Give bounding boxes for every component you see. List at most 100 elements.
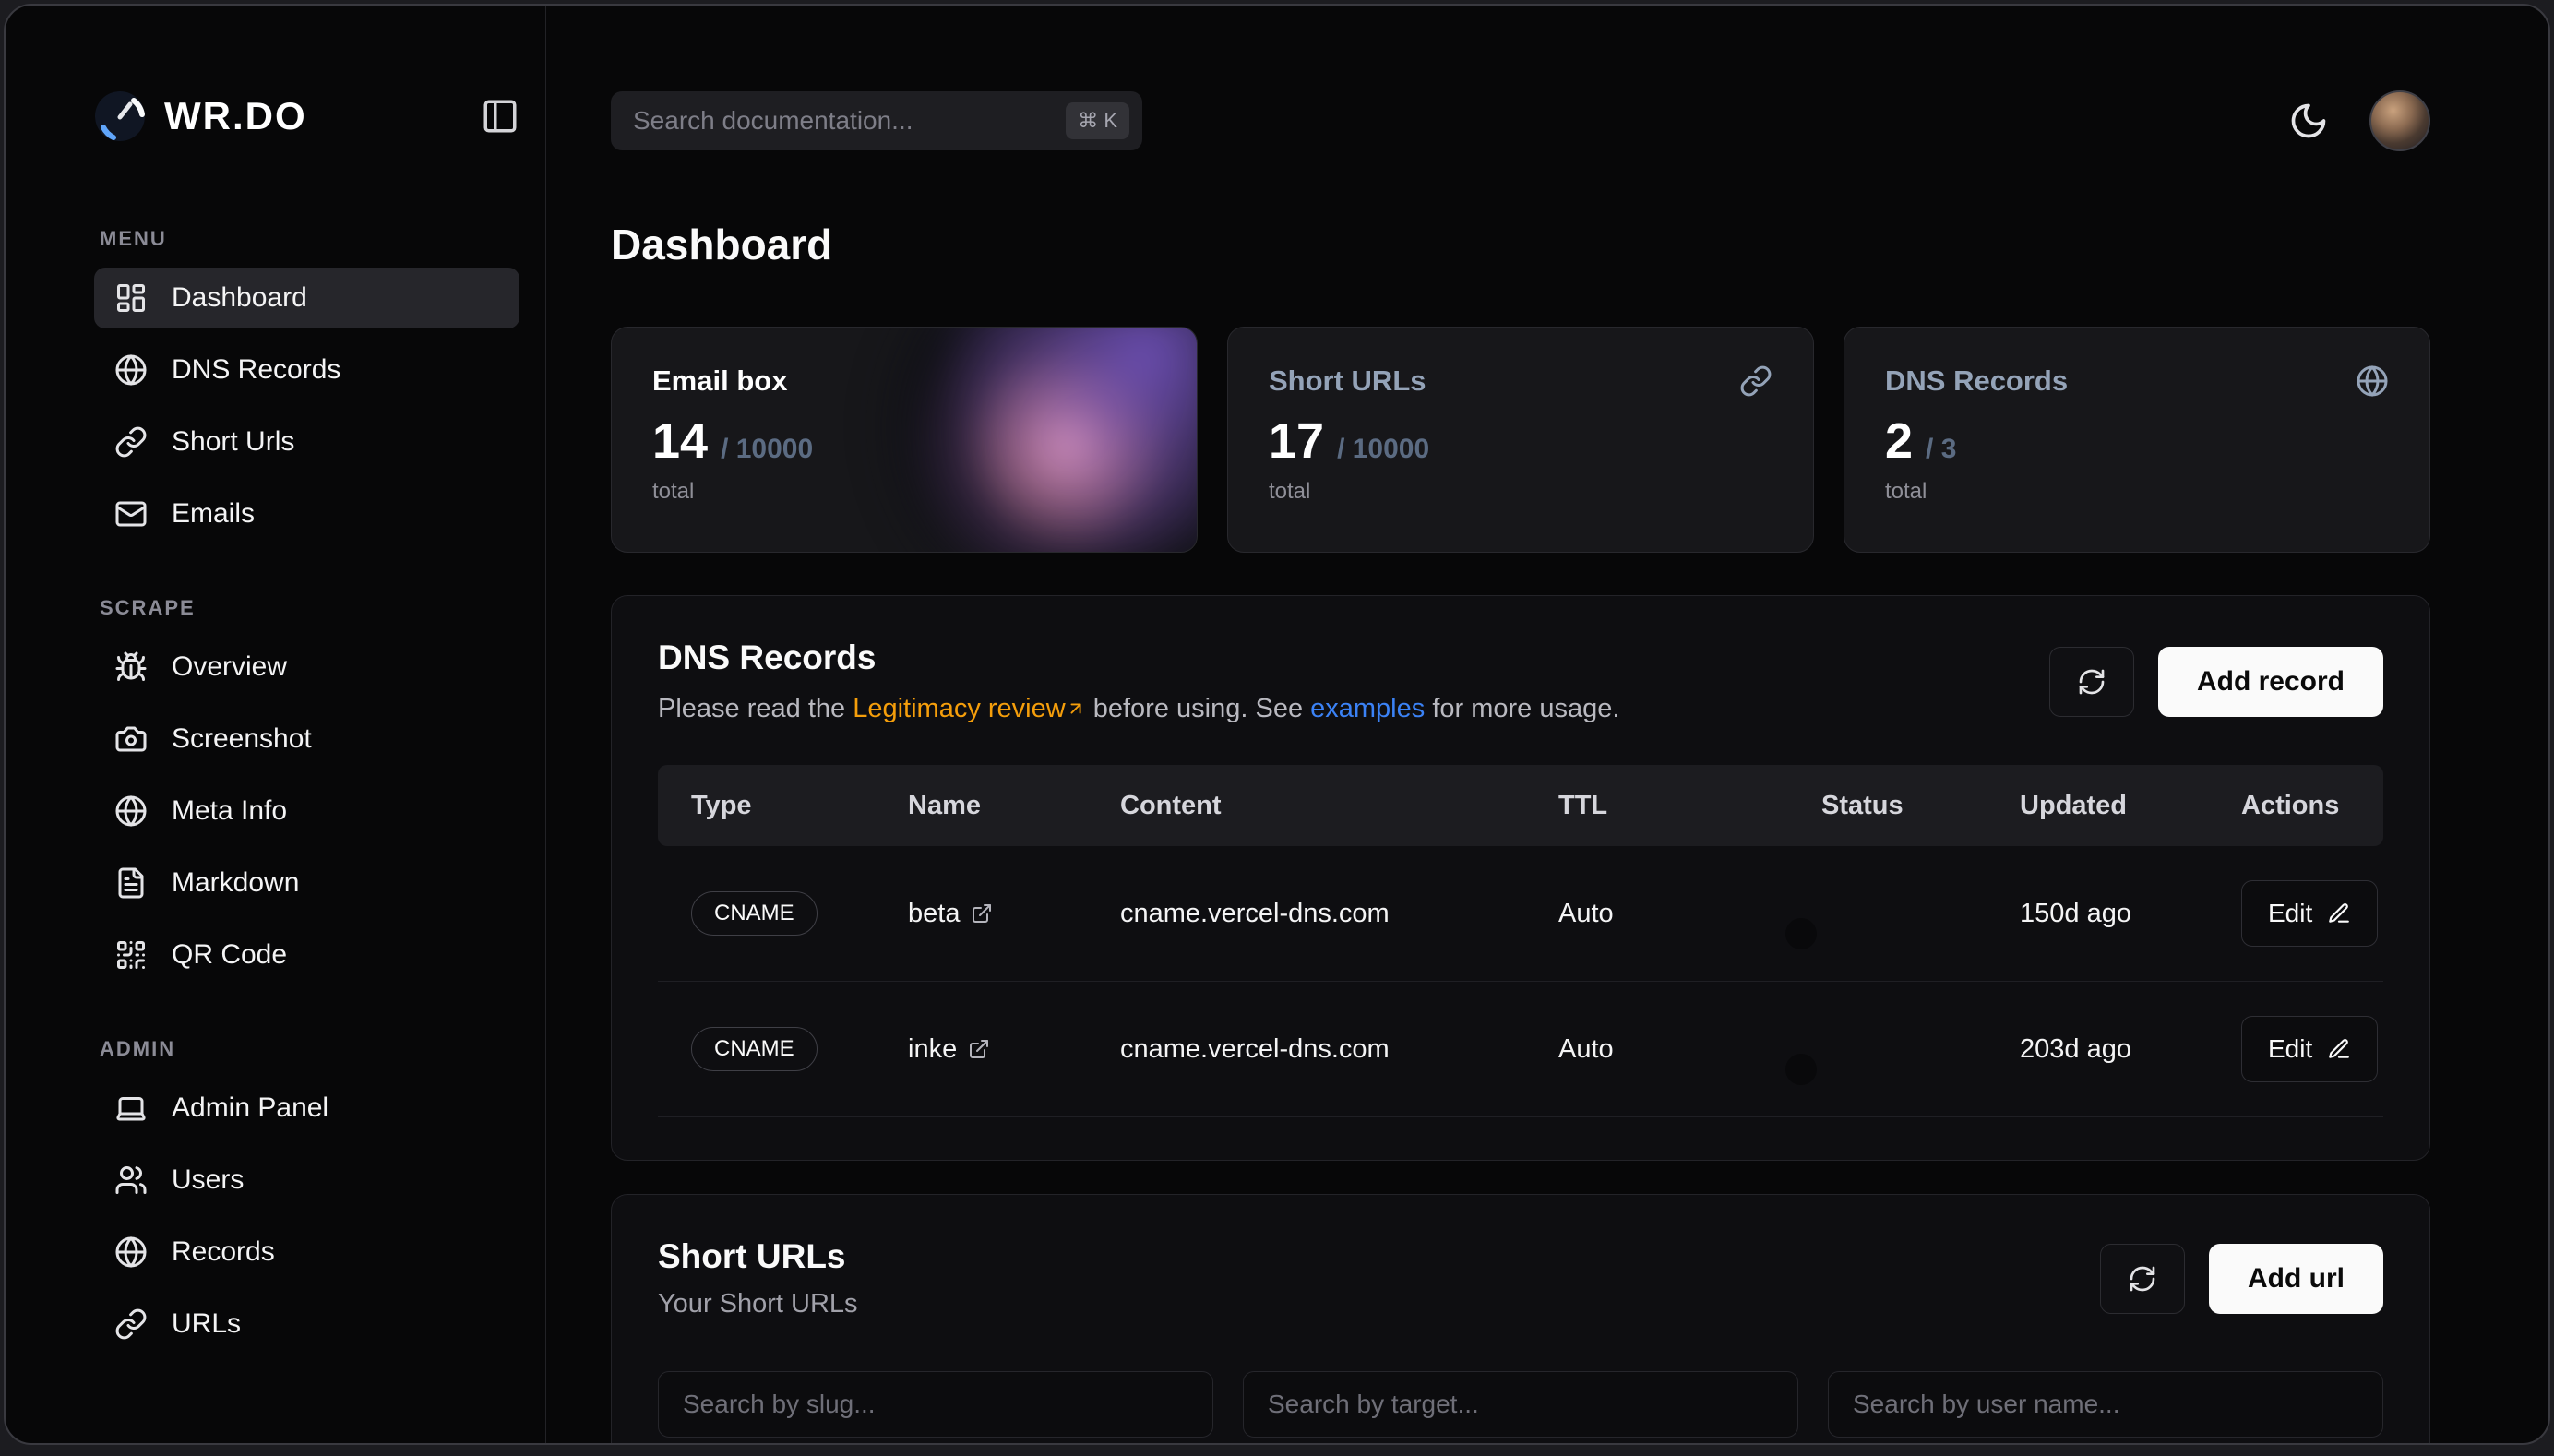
brand-logo-icon: [94, 90, 146, 142]
search-input[interactable]: Search documentation... ⌘ K: [611, 91, 1142, 150]
nav-section-scrape: SCRAPE Overview Screenshot Meta Info Mar…: [94, 596, 519, 985]
edit-button[interactable]: Edit: [2241, 880, 2378, 947]
refresh-button[interactable]: [2100, 1244, 2185, 1314]
sidebar-item-label: DNS Records: [172, 354, 340, 386]
stat-value: 14: [652, 412, 708, 470]
brand-name: WR.DO: [164, 94, 307, 138]
sidebar-item-qr-code[interactable]: QR Code: [94, 925, 519, 985]
sidebar-item-label: Meta Info: [172, 795, 287, 827]
external-link-icon[interactable]: [968, 1038, 990, 1060]
sidebar-item-label: Markdown: [172, 867, 299, 899]
short-urls-filters: [658, 1371, 2383, 1438]
search-shortcut-kbd: ⌘ K: [1066, 102, 1129, 139]
panel-description: Please read the Legitimacy review before…: [658, 694, 1619, 724]
refresh-icon: [2128, 1264, 2157, 1294]
dns-panel-actions: Add record: [2049, 647, 2383, 717]
sidebar-item-overview[interactable]: Overview: [94, 637, 519, 698]
stat-caption: total: [652, 479, 1156, 505]
theme-toggle-button[interactable]: [2288, 101, 2329, 141]
sidebar-item-label: Admin Panel: [172, 1092, 328, 1124]
user-name-filter-input[interactable]: [1828, 1371, 2383, 1438]
column-header-type: Type: [691, 791, 908, 821]
target-filter-input[interactable]: [1243, 1371, 1798, 1438]
sidebar-item-label: Overview: [172, 651, 287, 683]
column-header-ttl: TTL: [1558, 791, 1821, 821]
record-name-cell: beta: [908, 899, 1120, 929]
edit-button-label: Edit: [2268, 1034, 2312, 1064]
pencil-icon: [2327, 1037, 2351, 1061]
record-name: beta: [908, 899, 960, 929]
sidebar-collapse-button[interactable]: [481, 97, 519, 136]
record-name: inke: [908, 1034, 957, 1065]
table-row: CNAME beta cname.vercel-dns.com Auto 150…: [658, 846, 2383, 982]
sidebar-item-screenshot[interactable]: Screenshot: [94, 709, 519, 770]
sidebar-item-meta-info[interactable]: Meta Info: [94, 781, 519, 841]
legitimacy-review-link-label: Legitimacy review: [853, 694, 1065, 723]
dashboard-icon: [114, 281, 148, 315]
refresh-icon: [2077, 667, 2106, 697]
moon-icon: [2288, 101, 2329, 141]
add-record-button[interactable]: Add record: [2158, 647, 2383, 717]
edit-button[interactable]: Edit: [2241, 1016, 2378, 1082]
record-ttl: Auto: [1558, 899, 1821, 929]
record-ttl: Auto: [1558, 1034, 1821, 1065]
slug-filter-input[interactable]: [658, 1371, 1213, 1438]
sidebar-item-emails[interactable]: Emails: [94, 483, 519, 544]
edit-button-label: Edit: [2268, 899, 2312, 928]
column-header-status: Status: [1821, 791, 2020, 821]
link-icon: [1739, 364, 1772, 398]
external-link-icon[interactable]: [971, 902, 993, 925]
arrow-up-right-icon: [1066, 698, 1086, 719]
globe-icon: [2356, 364, 2389, 398]
sidebar-item-label: Emails: [172, 498, 255, 530]
short-urls-heading: Short URLs Your Short URLs: [658, 1237, 858, 1319]
panel-title: DNS Records: [658, 638, 1619, 677]
page-title: Dashboard: [611, 220, 2430, 269]
record-name-cell: inke: [908, 1034, 1120, 1065]
stat-caption: total: [1885, 479, 2389, 505]
refresh-button[interactable]: [2049, 647, 2134, 717]
short-urls-actions: Add url: [2100, 1244, 2383, 1314]
search-placeholder: Search documentation...: [633, 106, 913, 136]
sidebar-item-admin-panel[interactable]: Admin Panel: [94, 1078, 519, 1139]
stat-card-title: Email box: [652, 364, 787, 398]
examples-link[interactable]: examples: [1310, 694, 1425, 723]
record-content: cname.vercel-dns.com: [1120, 1034, 1558, 1065]
brand[interactable]: WR.DO: [94, 90, 307, 142]
record-updated: 150d ago: [2020, 899, 2241, 929]
toggle-knob: [1785, 1054, 1817, 1085]
camera-icon: [114, 722, 148, 756]
sidebar-item-users[interactable]: Users: [94, 1150, 519, 1211]
record-content: cname.vercel-dns.com: [1120, 899, 1558, 929]
sidebar-item-dashboard[interactable]: Dashboard: [94, 268, 519, 328]
stat-limit: / 10000: [721, 434, 813, 465]
add-url-button[interactable]: Add url: [2209, 1244, 2383, 1314]
legitimacy-review-link[interactable]: Legitimacy review: [853, 694, 1085, 723]
main-content: Search documentation... ⌘ K Dashboard Em…: [546, 6, 2548, 1443]
globe-icon: [114, 794, 148, 828]
stat-limit: / 3: [1926, 434, 1956, 465]
sidebar-item-records[interactable]: Records: [94, 1222, 519, 1283]
sidebar-item-label: Records: [172, 1236, 275, 1268]
link-icon: [114, 1307, 148, 1341]
panel-subtitle: Your Short URLs: [658, 1289, 858, 1319]
sidebar-item-dns-records[interactable]: DNS Records: [94, 340, 519, 400]
stat-caption: total: [1269, 479, 1772, 505]
globe-icon: [114, 1235, 148, 1269]
sidebar-item-short-urls[interactable]: Short Urls: [94, 412, 519, 472]
stat-card-dns-records: DNS Records 2 / 3 total: [1844, 327, 2430, 553]
desc-text: for more usage.: [1425, 694, 1619, 723]
sidebar-item-markdown[interactable]: Markdown: [94, 853, 519, 913]
panel-left-icon: [481, 97, 519, 136]
users-icon: [114, 1164, 148, 1197]
laptop-icon: [114, 1092, 148, 1125]
sidebar: WR.DO MENU Dashboard DNS Records Short U…: [6, 6, 546, 1443]
user-avatar[interactable]: [2369, 90, 2430, 151]
desc-text: before using. See: [1086, 694, 1310, 723]
mail-icon: [114, 497, 148, 531]
toggle-knob: [1785, 918, 1817, 949]
record-type-badge: CNAME: [691, 1027, 818, 1071]
sidebar-header: WR.DO: [94, 90, 519, 142]
sidebar-item-urls[interactable]: URLs: [94, 1294, 519, 1355]
table-row: CNAME inke cname.vercel-dns.com Auto 203…: [658, 982, 2383, 1117]
